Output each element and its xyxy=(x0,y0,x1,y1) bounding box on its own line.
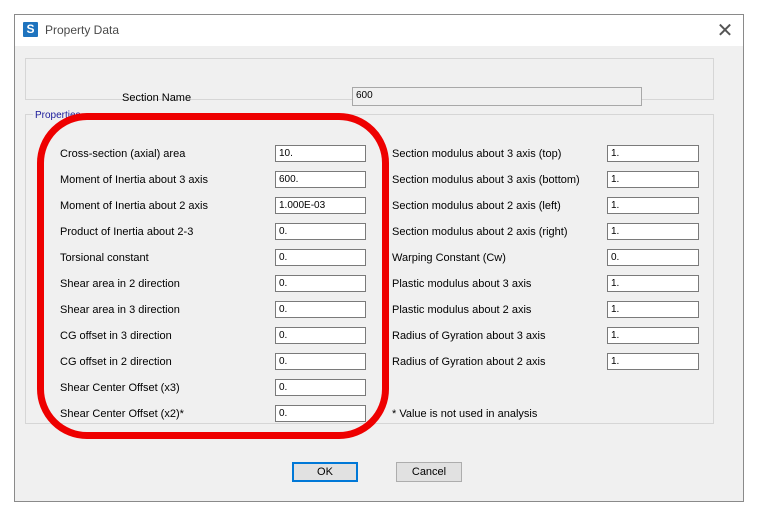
property-label: Section modulus about 3 axis (top) xyxy=(392,148,562,160)
property-label: Plastic modulus about 3 axis xyxy=(392,278,532,290)
property-label: Moment of Inertia about 3 axis xyxy=(60,174,208,186)
property-label: Cross-section (axial) area xyxy=(60,148,186,160)
property-value-field[interactable]: 0. xyxy=(275,301,366,318)
property-value-field[interactable]: 1. xyxy=(607,301,699,318)
property-value-field[interactable]: 0. xyxy=(275,405,366,422)
property-value-field[interactable]: 1.000E-03 xyxy=(275,197,366,214)
property-label: Section modulus about 2 axis (right) xyxy=(392,226,568,238)
property-label: Section modulus about 2 axis (left) xyxy=(392,200,561,212)
close-icon[interactable]: ✕ xyxy=(713,18,737,42)
dialog-title: Property Data xyxy=(45,23,120,37)
property-label: Moment of Inertia about 2 axis xyxy=(60,200,208,212)
property-value-field[interactable]: 1. xyxy=(607,223,699,240)
property-value-field[interactable]: 10. xyxy=(275,145,366,162)
property-value-field[interactable]: 1. xyxy=(607,171,699,188)
property-label: CG offset in 3 direction xyxy=(60,330,172,342)
property-value-field[interactable]: 1. xyxy=(607,197,699,214)
property-value-field[interactable]: 0. xyxy=(275,327,366,344)
property-value-field[interactable]: 0. xyxy=(275,223,366,240)
property-value-field[interactable]: 0. xyxy=(607,249,699,266)
property-label: Radius of Gyration about 2 axis xyxy=(392,356,546,368)
property-label: Shear Center Offset (x3) xyxy=(60,382,180,394)
property-value-field[interactable]: 600. xyxy=(275,171,366,188)
property-label: Product of Inertia about 2-3 xyxy=(60,226,194,238)
property-label: Shear area in 2 direction xyxy=(60,278,180,290)
section-name-field: 600 xyxy=(352,87,642,106)
property-label: Section modulus about 3 axis (bottom) xyxy=(392,174,580,186)
section-name-label: Section Name xyxy=(122,92,192,104)
property-value-field[interactable]: 0. xyxy=(275,249,366,266)
property-label: Shear area in 3 direction xyxy=(60,304,180,316)
property-label: Warping Constant (Cw) xyxy=(392,252,506,264)
property-label: Shear Center Offset (x2)* xyxy=(60,408,184,420)
ok-button[interactable]: OK xyxy=(292,462,358,482)
property-value-field[interactable]: 1. xyxy=(607,275,699,292)
analysis-note: * Value is not used in analysis xyxy=(392,408,538,420)
property-value-field[interactable]: 0. xyxy=(275,379,366,396)
sap-app-icon: S xyxy=(23,22,38,37)
properties-group-title: Properties xyxy=(33,110,83,121)
cancel-button[interactable]: Cancel xyxy=(396,462,462,482)
property-value-field[interactable]: 0. xyxy=(275,275,366,292)
property-label: CG offset in 2 direction xyxy=(60,356,172,368)
property-label: Plastic modulus about 2 axis xyxy=(392,304,532,316)
property-value-field[interactable]: 1. xyxy=(607,145,699,162)
property-label: Radius of Gyration about 3 axis xyxy=(392,330,546,342)
title-bar: S Property Data ✕ xyxy=(15,15,743,46)
property-label: Torsional constant xyxy=(60,252,149,264)
property-value-field[interactable]: 0. xyxy=(275,353,366,370)
property-value-field[interactable]: 1. xyxy=(607,353,699,370)
property-value-field[interactable]: 1. xyxy=(607,327,699,344)
